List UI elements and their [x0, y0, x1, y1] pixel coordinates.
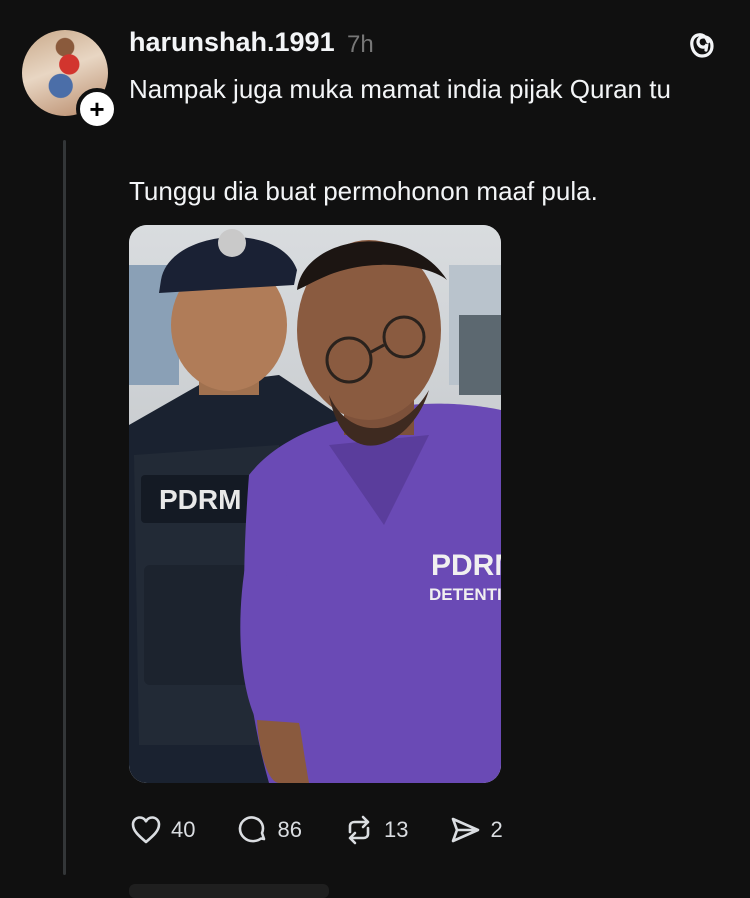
repost-count: 13 — [383, 817, 409, 842]
threads-logo-icon[interactable] — [684, 26, 718, 62]
repost-icon — [348, 815, 370, 845]
action-bar: 40 86 13 2 — [129, 810, 543, 850]
repost-button[interactable]: 13 — [342, 813, 408, 847]
like-button[interactable]: 40 — [129, 813, 195, 847]
post-text-line-2: Tunggu dia buat permohonon maaf pula. — [129, 176, 598, 206]
post-photo[interactable]: PDRM PDRM DETENTION — [129, 225, 501, 783]
comment-button[interactable]: 86 — [235, 813, 302, 847]
heart-icon — [131, 816, 161, 844]
share-count: 2 — [490, 817, 503, 842]
share-button[interactable]: 2 — [448, 813, 503, 847]
post-username[interactable]: harunshah.1991 — [129, 27, 335, 58]
follow-plus-icon[interactable]: + — [76, 88, 118, 130]
comment-bubble-icon — [239, 816, 266, 843]
shirt-label-detention: DETENTION — [429, 585, 501, 604]
next-post-preview — [129, 884, 329, 898]
thread-line — [63, 140, 66, 875]
comment-count: 86 — [277, 817, 302, 842]
shirt-label-pdrm: PDRM — [431, 549, 501, 582]
post-text-line-1: Nampak juga muka mamat india pijak Quran… — [129, 74, 671, 104]
vest-label: PDRM — [159, 484, 241, 515]
post-time: 7h — [347, 31, 374, 58]
send-icon — [452, 817, 480, 843]
like-count: 40 — [171, 817, 196, 842]
